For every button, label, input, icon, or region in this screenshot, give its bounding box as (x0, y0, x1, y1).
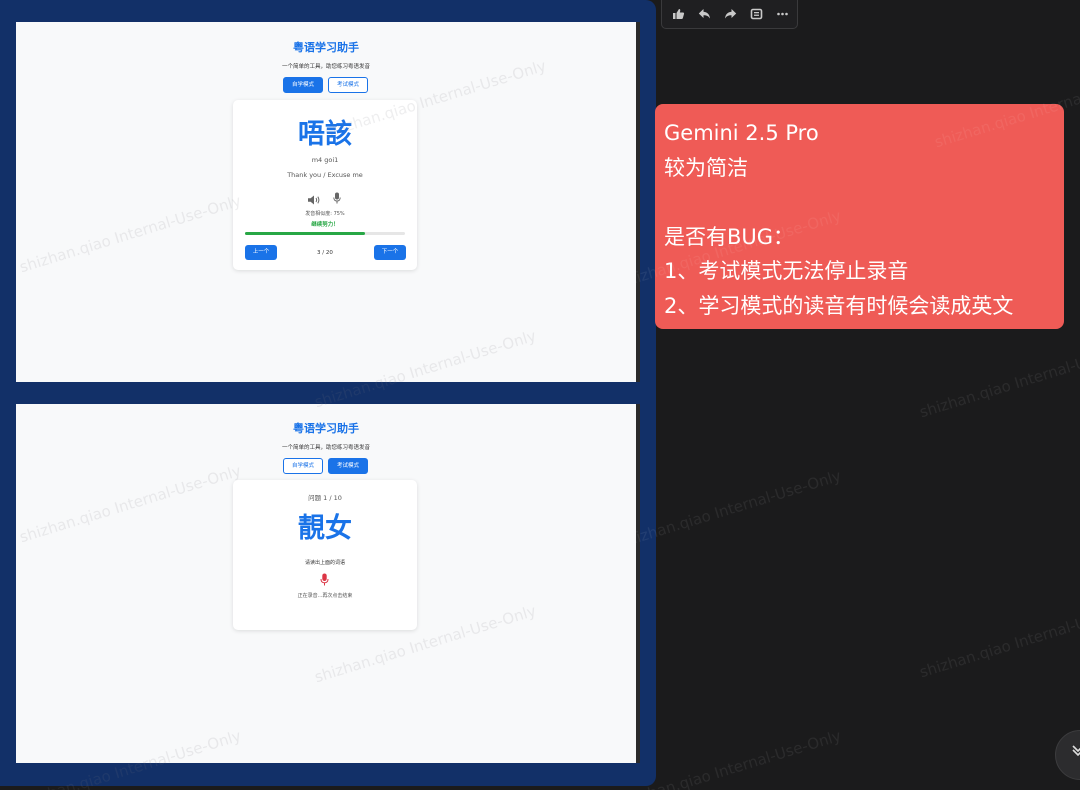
translation-text: Thank you / Excuse me (287, 171, 363, 179)
similarity-text: 发音相似度: 75% (305, 211, 345, 217)
exam-card: 问题 1 / 10 靚女 请读出上面的词语 正在录音...再次点击结束 (233, 480, 417, 630)
app-title: 粤语学习助手 (293, 41, 359, 54)
study-mode-button[interactable]: 自学模式 (283, 458, 323, 474)
exam-mode-button[interactable]: 考试模式 (328, 458, 368, 474)
study-mode-button[interactable]: 自学模式 (283, 77, 323, 93)
app-subtitle: 一个简单的工具，助您练习粤语发音 (281, 445, 370, 451)
watermark: shizhan.qiao Internal-Use-Only (917, 596, 1080, 682)
microphone-recording-icon[interactable] (320, 571, 329, 590)
forward-icon[interactable] (717, 3, 743, 25)
note-line: Gemini 2.5 Pro (664, 121, 819, 145)
scroll-down-button[interactable] (1055, 730, 1080, 780)
annotation-note: Gemini 2.5 Pro 较为简洁 是否有BUG： 1、考试模式无法停止录音… (655, 104, 1064, 329)
screenshot-edge (636, 404, 640, 763)
note-line (664, 185, 1055, 220)
chevron-down-icon (1071, 741, 1080, 762)
exam-mode-button[interactable]: 考试模式 (328, 77, 368, 93)
card-counter: 3 / 20 (317, 250, 333, 256)
reply-icon[interactable] (691, 3, 717, 25)
question-counter: 问题 1 / 10 (308, 494, 342, 502)
next-button[interactable]: 下一个 (374, 245, 406, 260)
word-display: 靚女 (298, 513, 352, 544)
recording-status: 正在录音...再次点击结束 (297, 593, 353, 599)
jyutping-text: m4 goi1 (311, 156, 339, 164)
note-line: 1、考试模式无法停止录音 (664, 259, 909, 283)
instruction-text: 请读出上面的词语 (304, 560, 345, 566)
message-image-card: 粤语学习助手 一个简单的工具，助您练习粤语发音 自学模式 考试模式 唔該 m4 … (0, 0, 656, 786)
screenshot-study-mode: 粤语学习助手 一个简单的工具，助您练习粤语发音 自学模式 考试模式 唔該 m4 … (16, 22, 640, 382)
screenshot-edge (636, 22, 640, 382)
word-display: 唔該 (298, 119, 352, 150)
similarity-progress-fill (245, 232, 365, 235)
note-line: 较为简洁 (664, 155, 748, 180)
app-title: 粤语学习助手 (293, 422, 359, 435)
quote-icon[interactable] (743, 3, 769, 25)
more-icon[interactable] (769, 3, 795, 25)
speaker-icon[interactable] (308, 190, 322, 209)
microphone-icon[interactable] (333, 189, 341, 208)
note-line: 2、学习模式的读音有时候会读成英文 (664, 293, 1014, 318)
thumbs-up-icon[interactable] (665, 3, 691, 25)
app-subtitle: 一个简单的工具，助您练习粤语发音 (281, 64, 370, 70)
flashcard: 唔該 m4 goi1 Thank you / Excuse me 发音相似度: … (233, 100, 417, 270)
message-toolbar (661, 0, 798, 29)
similarity-progress-bar (245, 232, 405, 235)
note-line: 是否有BUG： (664, 224, 795, 249)
feedback-text: 继续努力！ (311, 222, 339, 228)
screenshot-exam-mode: 粤语学习助手 一个简单的工具，助您练习粤语发音 自学模式 考试模式 问题 1 /… (16, 404, 640, 763)
watermark: shizhan.qiao Internal-Use-Only (917, 336, 1080, 422)
prev-button[interactable]: 上一个 (245, 245, 277, 260)
